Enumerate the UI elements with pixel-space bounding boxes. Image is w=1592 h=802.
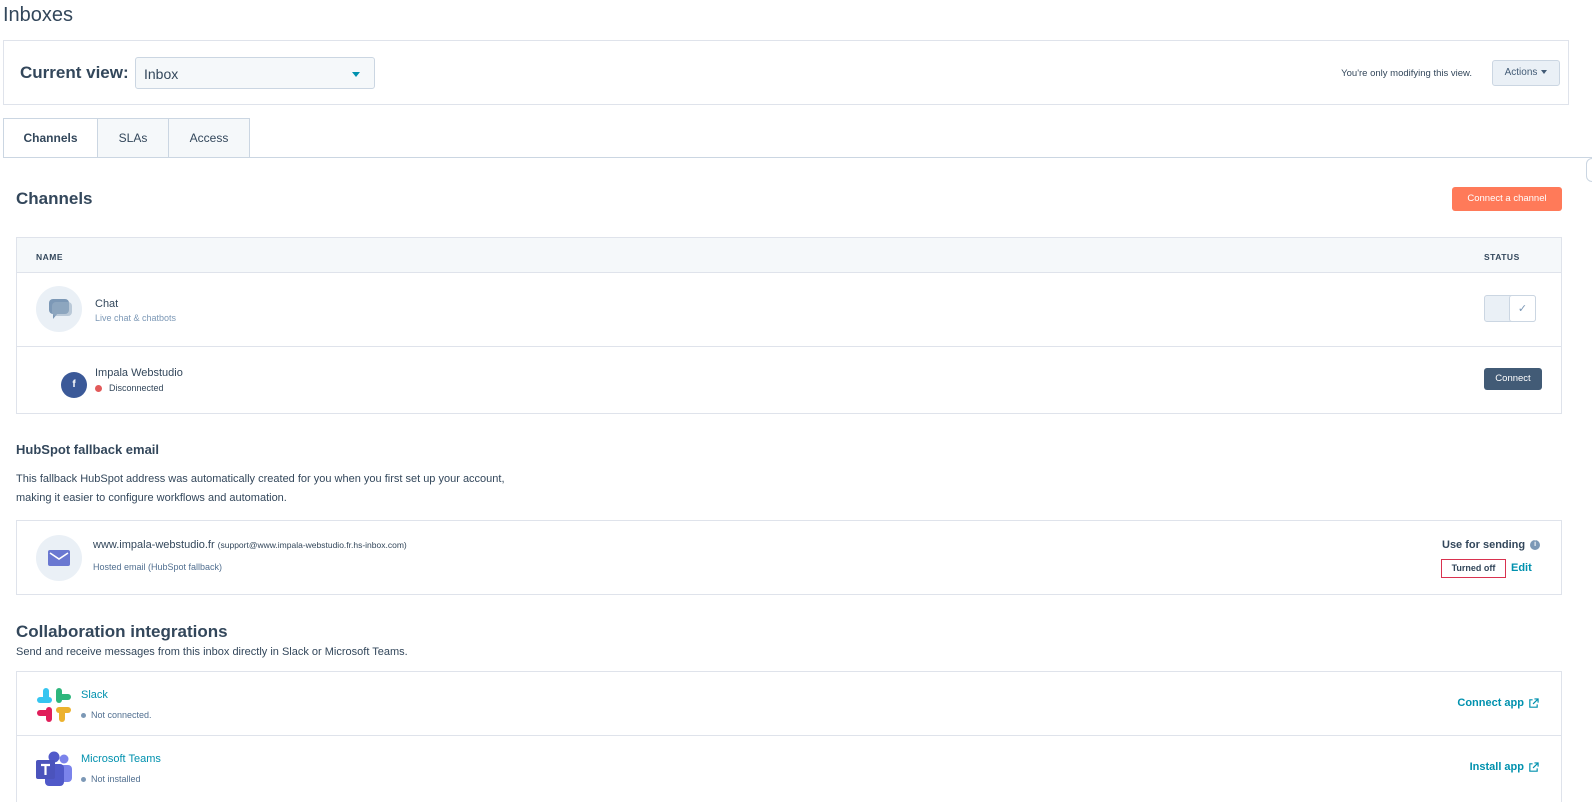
teams-icon	[35, 750, 73, 788]
view-select[interactable]: Inbox	[135, 57, 375, 89]
check-icon: ✓	[1509, 295, 1536, 322]
facebook-icon: f	[61, 372, 87, 398]
actions-button[interactable]: Actions	[1492, 60, 1560, 86]
app-status-text: Not installed	[91, 774, 141, 784]
tab-channels[interactable]: Channels	[3, 118, 98, 158]
collaboration-heading: Collaboration integrations	[16, 622, 228, 641]
actions-button-label: Actions	[1504, 67, 1538, 78]
fallback-description-line: This fallback HubSpot address was automa…	[16, 473, 505, 485]
email-domain-text: www.impala-webstudio.fr	[93, 539, 215, 551]
app-name[interactable]: Microsoft Teams	[81, 753, 161, 765]
app-name[interactable]: Slack	[81, 689, 108, 701]
fallback-description-line: making it easier to configure workflows …	[16, 492, 287, 504]
edit-link[interactable]: Edit	[1511, 562, 1532, 574]
column-header-name[interactable]: NAME	[36, 252, 63, 262]
slack-icon	[35, 686, 73, 724]
status-dot-icon	[95, 384, 102, 392]
email-subtitle: Hosted email (HubSpot fallback)	[93, 562, 223, 572]
collaboration-list: Slack Not connected. Connect app Microso…	[16, 671, 1562, 802]
list-item: Slack Not connected. Connect app	[17, 672, 1561, 736]
page-title: Inboxes	[3, 4, 74, 26]
channel-status-text: Disconnected	[109, 383, 164, 393]
external-link-icon	[1529, 761, 1539, 772]
view-note: You're only modifying this view.	[1341, 68, 1472, 79]
use-for-sending-label: Use for sending i	[1442, 539, 1541, 551]
info-icon[interactable]: i	[1530, 540, 1541, 550]
fallback-heading: HubSpot fallback email	[16, 442, 160, 457]
connect-channel-button[interactable]: Connect a channel	[1452, 187, 1562, 211]
tabs-divider	[3, 157, 1592, 158]
install-app-link[interactable]: Install app	[1470, 761, 1539, 773]
table-row: f Impala Webstudio Disconnected Connect	[17, 347, 1561, 413]
envelope-icon	[36, 535, 82, 581]
fallback-email-card: www.impala-webstudio.fr (support@www.impa…	[16, 520, 1562, 595]
table-header: NAME STATUS	[17, 238, 1561, 273]
table-row: Chat Live chat & chatbots ✓	[17, 273, 1561, 347]
status-dot-icon	[81, 712, 86, 718]
caret-down-icon	[1541, 70, 1548, 75]
connect-app-link[interactable]: Connect app	[1457, 697, 1539, 709]
fallback-description: This fallback HubSpot address was automa…	[16, 470, 576, 508]
tab-access[interactable]: Access	[168, 118, 250, 158]
list-item: Microsoft Teams Not installed Install ap…	[17, 736, 1561, 800]
use-for-sending-text: Use for sending	[1442, 539, 1526, 551]
install-app-label: Install app	[1469, 761, 1524, 773]
channels-table: NAME STATUS Chat Live chat & chatbots ✓ …	[16, 237, 1562, 414]
channel-title[interactable]: Impala Webstudio	[95, 367, 183, 379]
status-dot-icon	[81, 776, 86, 782]
current-view-label: Current view:	[20, 63, 129, 82]
chat-bubble-icon	[36, 286, 82, 332]
email-address: (support@www.impala-webstudio.fr.hs-inbo…	[217, 540, 407, 550]
channel-status: Disconnected	[95, 383, 164, 393]
connect-button[interactable]: Connect	[1484, 368, 1542, 390]
external-link-icon	[1529, 697, 1539, 708]
app-status: Not installed	[81, 774, 141, 784]
email-domain: www.impala-webstudio.fr (support@www.impa…	[93, 539, 407, 551]
channel-title[interactable]: Chat	[95, 298, 118, 310]
channels-heading: Channels	[16, 189, 93, 208]
app-status-text: Not connected.	[91, 710, 152, 720]
column-header-status[interactable]: STATUS	[1484, 252, 1520, 262]
tab-slas[interactable]: SLAs	[97, 118, 169, 158]
collaboration-description: Send and receive messages from this inbo…	[16, 646, 408, 658]
side-panel-handle[interactable]	[1586, 158, 1592, 182]
chat-status-toggle[interactable]: ✓	[1484, 295, 1536, 322]
view-bar: Current view: Inbox You're only modifyin…	[3, 40, 1569, 105]
caret-down-icon	[352, 72, 360, 77]
view-select-value: Inbox	[144, 66, 179, 82]
status-badge: Turned off	[1441, 559, 1506, 578]
tab-bar: Channels SLAs Access	[3, 118, 250, 158]
app-status: Not connected.	[81, 710, 152, 720]
connect-app-label: Connect app	[1457, 697, 1524, 709]
channel-subtitle: Live chat & chatbots	[95, 313, 177, 323]
